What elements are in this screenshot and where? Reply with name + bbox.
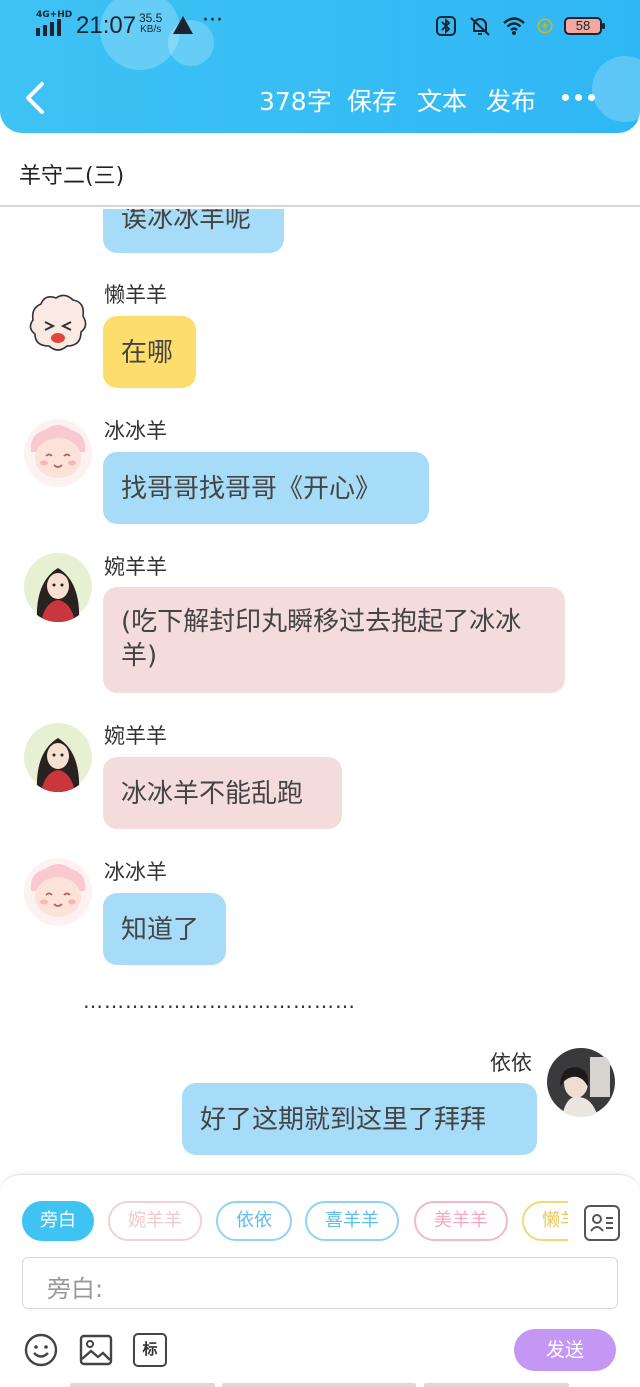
chevron-left-icon[interactable] xyxy=(20,78,50,118)
character-selector[interactable]: 旁白 婉羊羊 依依 喜羊羊 美羊羊 懒羊 xyxy=(22,1201,568,1245)
network-speed: 35.5 KB/s xyxy=(139,12,162,36)
speaker-name: 婉羊羊 xyxy=(104,724,167,748)
message-text: 诶冰冰羊呢 xyxy=(121,209,252,234)
nav-bar xyxy=(424,1383,569,1387)
avatar-lanyangyang[interactable] xyxy=(23,288,93,358)
app-screen: 4G+HD 21:07 35.5 KB/s ··· 58 378字 保存 文本 … xyxy=(0,0,640,1387)
clock: 21:07 xyxy=(76,12,137,39)
message-bubble[interactable]: (吃下解封印丸瞬移过去抱起了冰冰羊) xyxy=(103,587,565,693)
chat-list[interactable]: 诶冰冰羊呢 懒羊羊 在哪 冰冰羊 找哥哥找哥哥《开心》 婉羊羊 (吃下解封印丸瞬… xyxy=(0,209,640,1174)
save-button[interactable]: 保存 xyxy=(347,82,397,118)
message-bubble[interactable]: 好了这期就到这里了拜拜 xyxy=(182,1083,537,1155)
narration-text[interactable]: ………………………………… xyxy=(83,989,356,1013)
avatar-wanyangyang[interactable] xyxy=(23,722,93,792)
emoji-icon[interactable] xyxy=(24,1333,58,1367)
nav-bar xyxy=(222,1383,416,1387)
message-bubble[interactable]: 知道了 xyxy=(103,893,226,965)
message-text: 找哥哥找哥哥《开心》 xyxy=(121,474,382,504)
tag-icon[interactable]: 标 xyxy=(133,1333,167,1367)
battery-level: 58 xyxy=(575,18,591,33)
wifi-icon xyxy=(503,17,525,35)
message-bubble[interactable]: 在哪 xyxy=(103,316,196,388)
status-icons: 58 xyxy=(434,14,605,38)
charging-icon xyxy=(537,18,553,34)
publish-button[interactable]: 发布 xyxy=(486,82,536,118)
character-chip[interactable]: 美羊羊 xyxy=(414,1201,508,1241)
character-chip[interactable]: 旁白 xyxy=(22,1201,94,1241)
message-text: (吃下解封印丸瞬移过去抱起了冰冰羊) xyxy=(121,607,522,671)
battery-icon: 58 xyxy=(564,17,605,35)
avatar-bingbingyang[interactable] xyxy=(23,857,93,927)
speaker-name: 依依 xyxy=(490,1051,532,1075)
bluetooth-icon xyxy=(436,16,456,36)
speed-unit: KB/s xyxy=(140,24,162,35)
mute-bell-icon xyxy=(470,17,490,36)
character-chip[interactable]: 懒羊 xyxy=(522,1201,568,1241)
message-text: 知道了 xyxy=(121,915,200,945)
word-count: 378字 xyxy=(259,87,332,116)
compose-panel: 旁白 婉羊羊 依依 喜羊羊 美羊羊 懒羊 旁白: 标 xyxy=(0,1174,640,1387)
more-dots-icon[interactable] xyxy=(558,84,598,110)
message-input[interactable]: 旁白: xyxy=(22,1257,618,1309)
story-title-bar[interactable]: 羊守二(三) xyxy=(0,133,640,207)
warning-icon xyxy=(173,16,193,34)
speaker-name: 懒羊羊 xyxy=(104,283,167,307)
message-bubble[interactable]: 找哥哥找哥哥《开心》 xyxy=(103,452,429,524)
speaker-name: 冰冰羊 xyxy=(104,860,167,884)
character-chip[interactable]: 依依 xyxy=(216,1201,292,1241)
nav-bar xyxy=(70,1383,215,1387)
message-text: 好了这期就到这里了拜拜 xyxy=(200,1105,487,1135)
send-button[interactable]: 发送 xyxy=(514,1329,616,1371)
avatar-yiyi[interactable] xyxy=(546,1047,616,1117)
header: 4G+HD 21:07 35.5 KB/s ··· 58 378字 保存 文本 … xyxy=(0,0,640,133)
text-button[interactable]: 文本 xyxy=(417,82,467,118)
character-chip[interactable]: 婉羊羊 xyxy=(108,1201,202,1241)
character-chip[interactable]: 喜羊羊 xyxy=(305,1201,399,1241)
speaker-name: 冰冰羊 xyxy=(104,419,167,443)
signal-icon: 4G+HD xyxy=(36,10,73,38)
story-title: 羊守二(三) xyxy=(19,164,125,189)
avatar-bingbingyang[interactable] xyxy=(23,418,93,488)
input-placeholder: 旁白: xyxy=(47,1275,104,1303)
status-more: ··· xyxy=(202,8,223,33)
image-icon[interactable] xyxy=(79,1333,113,1367)
speed-value: 35.5 xyxy=(139,11,163,25)
contact-card-icon[interactable] xyxy=(584,1205,620,1241)
message-bubble[interactable]: 诶冰冰羊呢 xyxy=(103,209,284,253)
editor-toolbar: 378字 保存 文本 发布 xyxy=(0,72,640,128)
message-text: 在哪 xyxy=(121,338,174,368)
message-text: 冰冰羊不能乱跑 xyxy=(121,779,304,809)
network-type: 4G+HD xyxy=(36,10,73,20)
message-bubble[interactable]: 冰冰羊不能乱跑 xyxy=(103,757,342,829)
speaker-name: 婉羊羊 xyxy=(104,555,167,579)
status-bar: 4G+HD 21:07 35.5 KB/s ··· 58 xyxy=(0,8,640,44)
avatar-wanyangyang[interactable] xyxy=(23,552,93,622)
